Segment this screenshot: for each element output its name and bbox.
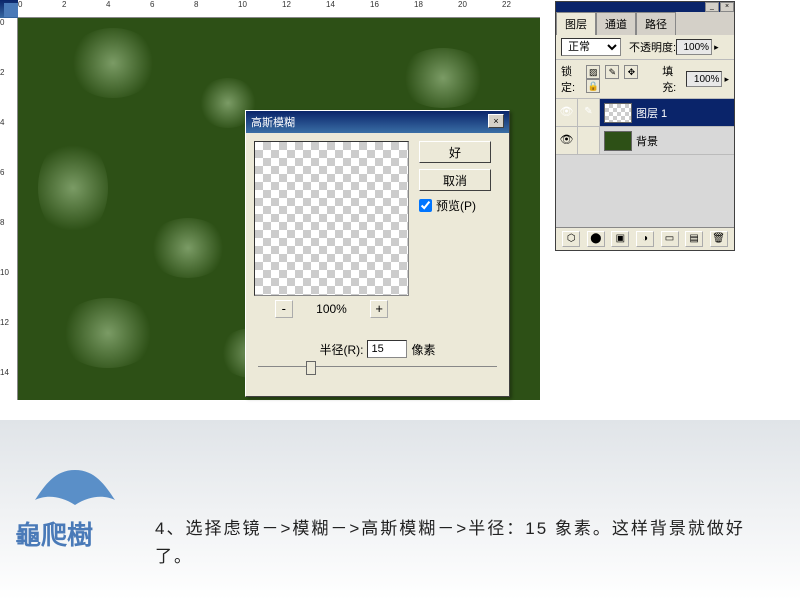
ruler-tick: 6 (150, 0, 154, 9)
preview-box[interactable] (254, 141, 409, 296)
layer-thumbnail[interactable] (604, 131, 632, 151)
vertical-ruler: 0 2 4 6 8 10 12 14 (0, 18, 18, 400)
blend-mode-select[interactable]: 正常 (561, 38, 621, 56)
panel-top-bar: _ × (556, 2, 734, 12)
fill-arrow-icon[interactable]: ▸ (724, 74, 729, 85)
slider-thumb[interactable] (306, 361, 316, 375)
layer-name: 背景 (636, 133, 658, 149)
mask-icon[interactable]: ▣ (611, 231, 629, 247)
radius-input[interactable] (367, 340, 407, 358)
zoom-out-button[interactable]: - (275, 300, 293, 318)
ruler-tick: 20 (458, 0, 467, 9)
preview-label: 预览(P) (436, 197, 476, 214)
footer: 龜爬樹 4、选择虑镜－>模糊－>高斯模糊－>半径：15 象素。这样背景就做好了。 (0, 420, 800, 600)
lock-label: 锁定: (561, 63, 585, 95)
ruler-tick: 12 (0, 318, 9, 327)
radius-slider[interactable] (258, 366, 497, 386)
horizontal-ruler: 0 2 4 6 8 10 12 14 16 18 20 22 (18, 0, 540, 18)
ruler-tick: 10 (238, 0, 247, 9)
radius-label: 半径(R): (319, 341, 363, 358)
ruler-tick: 10 (0, 268, 9, 277)
layers-panel: _ × 图层通道路径 正常 不透明度: ▸ 锁定: ▨ ✎ ✥ 🔒 填充: ▸ … (555, 1, 735, 251)
layer-thumbnail[interactable] (604, 103, 632, 123)
fx-icon[interactable]: ⬤ (587, 231, 605, 247)
layer-item[interactable]: 👁✎ 图层 1 (556, 99, 734, 127)
ruler-tick: 2 (62, 0, 66, 9)
ruler-tick: 8 (0, 218, 4, 227)
ruler-tick: 0 (18, 0, 22, 9)
preview-checkbox[interactable] (419, 199, 432, 212)
panel-tabs: 图层通道路径 (556, 12, 734, 35)
ruler-tick: 12 (282, 0, 291, 9)
layer-item[interactable]: 👁 背景 (556, 127, 734, 155)
lock-transparency-icon[interactable]: ▨ (586, 65, 600, 79)
trash-icon[interactable]: 🗑 (710, 231, 728, 247)
ruler-tick: 4 (0, 118, 4, 127)
visibility-icon[interactable]: 👁 (556, 127, 578, 154)
radius-unit: 像素 (411, 341, 435, 358)
ruler-tick: 14 (326, 0, 335, 9)
layer-list: 👁✎ 图层 1 👁 背景 (556, 99, 734, 227)
ruler-tick: 2 (0, 68, 4, 77)
layer-name: 图层 1 (636, 105, 667, 121)
footer-text: 4、选择虑镜－>模糊－>高斯模糊－>半径：15 象素。这样背景就做好了。 (155, 515, 770, 571)
tab-2[interactable]: 路径 (636, 12, 676, 35)
visibility-icon[interactable]: 👁 (556, 99, 578, 126)
panel-close-button[interactable]: × (720, 2, 734, 12)
edit-icon[interactable]: ✎ (578, 99, 600, 126)
ruler-tick: 0 (0, 18, 4, 27)
ruler-tick: 22 (502, 0, 511, 9)
gaussian-blur-dialog: 高斯模糊 × - 100% + 好 取消 预览(P) 半径(R): 像素 (245, 110, 510, 397)
tab-0[interactable]: 图层 (556, 12, 596, 35)
lock-all-icon[interactable]: 🔒 (586, 79, 600, 93)
fill-label: 填充: (662, 63, 686, 95)
dialog-title: 高斯模糊 (251, 114, 295, 130)
lock-paint-icon[interactable]: ✎ (605, 65, 619, 79)
opacity-arrow-icon[interactable]: ▸ (714, 42, 719, 53)
ruler-tick: 14 (0, 368, 9, 377)
link-icon[interactable]: ⬡ (562, 231, 580, 247)
opacity-label: 不透明度: (629, 39, 676, 55)
ruler-tick: 16 (370, 0, 379, 9)
lock-icons: ▨ ✎ ✥ 🔒 (585, 65, 656, 93)
ruler-tick: 8 (194, 0, 198, 9)
new-layer-icon[interactable]: ▤ (685, 231, 703, 247)
panel-minimize-button[interactable]: _ (705, 2, 719, 12)
lock-position-icon[interactable]: ✥ (624, 65, 638, 79)
adjustment-icon[interactable]: ◑ (636, 231, 654, 247)
ok-button[interactable]: 好 (419, 141, 491, 163)
zoom-in-button[interactable]: + (370, 300, 388, 318)
zoom-label: 100% (316, 302, 347, 316)
ruler-tick: 6 (0, 168, 4, 177)
dialog-close-button[interactable]: × (488, 114, 504, 128)
folder-icon[interactable]: ▭ (661, 231, 679, 247)
panel-bottom-toolbar: ⬡ ⬤ ▣ ◑ ▭ ▤ 🗑 (556, 227, 734, 250)
ruler-tick: 18 (414, 0, 423, 9)
fill-input[interactable] (686, 71, 722, 87)
logo: 龜爬樹 (15, 465, 135, 552)
dialog-title-bar[interactable]: 高斯模糊 × (246, 111, 509, 133)
cancel-button[interactable]: 取消 (419, 169, 491, 191)
tab-1[interactable]: 通道 (596, 12, 636, 35)
edit-icon[interactable] (578, 127, 600, 154)
app-icon (4, 3, 18, 17)
opacity-input[interactable] (676, 39, 712, 55)
ruler-tick: 4 (106, 0, 110, 9)
